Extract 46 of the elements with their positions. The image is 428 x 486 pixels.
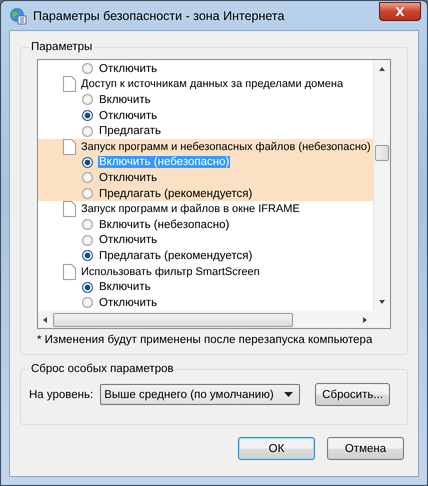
group-legend: Сброс особых параметров <box>29 363 176 375</box>
document-icon <box>63 138 76 155</box>
option-label[interactable]: Отключить <box>98 62 158 75</box>
document-icon <box>63 201 76 218</box>
radio-button[interactable] <box>82 234 93 246</box>
option-label[interactable]: Отключить <box>98 110 158 122</box>
cancel-button[interactable]: Отмена <box>327 437 404 460</box>
level-label: На уровень: <box>29 388 94 400</box>
scroll-thumb[interactable] <box>375 145 389 161</box>
setting-name: Доступ к источникам данных за пределами домена <box>80 78 344 90</box>
close-button[interactable]: X <box>379 2 421 21</box>
radio-button[interactable] <box>82 110 93 122</box>
group-legend: Параметры <box>29 41 94 53</box>
option-label[interactable]: Предлагать <box>98 125 162 138</box>
radio-button[interactable] <box>82 94 93 106</box>
level-dropdown[interactable]: Выше среднего (по умолчанию) <box>100 384 300 405</box>
option-label[interactable]: Отключить <box>98 296 158 309</box>
globe-icon <box>9 6 27 24</box>
option-label[interactable]: Включить (небезопасно) <box>98 218 230 231</box>
ok-button[interactable]: ОК <box>238 437 315 460</box>
vertical-scrollbar[interactable] <box>373 60 390 311</box>
document-icon <box>63 76 76 92</box>
setting-name: Запуск программ и небезопасных файлов (небезопасно) <box>80 140 372 153</box>
radio-button[interactable] <box>82 188 93 200</box>
radio-button[interactable] <box>82 219 93 230</box>
option-label[interactable]: Отключить <box>98 234 158 246</box>
radio-button[interactable] <box>82 282 93 293</box>
option-label[interactable]: Отключить <box>98 172 158 184</box>
radio-button[interactable] <box>82 63 93 74</box>
dropdown-arrow-icon[interactable] <box>284 392 294 397</box>
option-label[interactable]: Предлагать (рекомендуется) <box>98 250 254 262</box>
radio-button[interactable] <box>82 126 93 137</box>
radio-button[interactable] <box>82 250 93 262</box>
option-label[interactable]: Включить <box>98 94 152 106</box>
window-title: Параметры безопасности - зона Интернета <box>33 8 286 22</box>
radio-button[interactable] <box>82 297 93 308</box>
setting-name: Запуск программ и файлов в окне IFRAME <box>80 203 301 216</box>
restart-note: * Изменения будут применены после перезапуска компьютера <box>36 333 374 348</box>
radio-button[interactable] <box>82 172 93 184</box>
option-label[interactable]: Включить <box>98 281 152 294</box>
reset-button[interactable]: Сбросить... <box>315 383 390 406</box>
document-icon <box>63 264 76 280</box>
setting-name: Использовать фильтр SmartScreen <box>80 266 261 278</box>
radio-button[interactable] <box>82 156 93 168</box>
horizontal-scrollbar[interactable] <box>38 311 390 328</box>
scroll-thumb[interactable] <box>53 312 293 326</box>
